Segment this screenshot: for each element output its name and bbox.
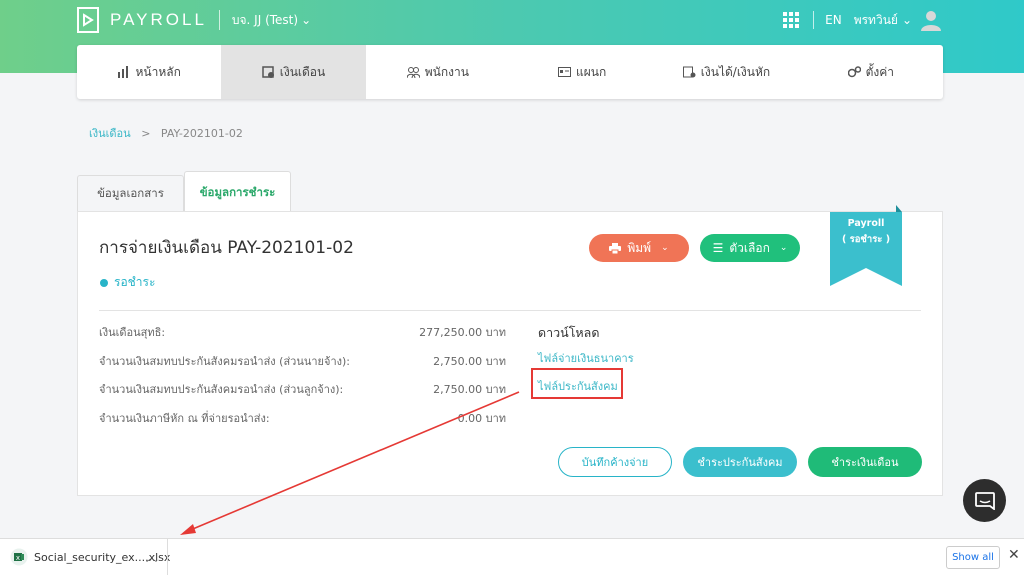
row-value: 2,750.00 บาท (433, 383, 506, 396)
apps-grid-icon[interactable] (783, 12, 800, 28)
section-divider (99, 310, 921, 311)
detail-tabs: ข้อมูลเอกสาร ข้อมูลการชำระ (77, 171, 291, 213)
row-label: เงินเดือนสุทธิ: (99, 326, 166, 339)
print-label: พิมพ์ (627, 240, 652, 255)
breadcrumb-parent[interactable]: เงินเดือน (89, 127, 131, 140)
ribbon-line1: Payroll (847, 218, 885, 229)
status-dot-icon (100, 278, 108, 287)
excel-file-icon: x (10, 548, 28, 566)
status-badge: รอชำระ (100, 273, 155, 292)
tab-document-info[interactable]: ข้อมูลเอกสาร (77, 175, 184, 212)
download-heading: ดาวน์โหลด (538, 325, 600, 340)
nav-item-department[interactable]: แผนก (510, 45, 654, 99)
bank-file-link[interactable]: ไฟล์จ่ายเงินธนาคาร (538, 349, 634, 367)
summary-row: จำนวนเงินภาษีหัก ณ ที่จ่ายรอนำส่ง: 0.00 … (99, 409, 506, 427)
chevron-down-icon: ⌄ (661, 243, 669, 253)
logo[interactable]: PAYROLL บจ. JJ (Test) ⌄ (76, 6, 311, 34)
department-icon (558, 67, 572, 77)
options-button[interactable]: ☰ ตัวเลือก ⌄ (700, 234, 800, 262)
row-value: 277,250.00 บาท (419, 326, 506, 339)
row-value: 0.00 บาท (457, 412, 506, 425)
nav-label: แผนก (576, 64, 607, 79)
payment-card: การจ่ายเงินเดือน PAY-202101-02 รอชำระ พิ… (77, 205, 943, 496)
print-button[interactable]: พิมพ์ ⌄ (589, 234, 689, 262)
nav-label: เงินเดือน (279, 64, 326, 79)
summary-row: จำนวนเงินสมทบประกันสังคมรอนำส่ง (ส่วนนาย… (99, 352, 506, 370)
language-switch[interactable]: EN (825, 13, 842, 27)
close-icon[interactable]: ✕ (1008, 547, 1020, 563)
gears-icon (847, 66, 861, 78)
page-title: การจ่ายเงินเดือน PAY-202101-02 (99, 238, 354, 258)
ribbon-text: Payroll ( รอชำระ ) (830, 216, 902, 248)
nav-item-settings[interactable]: ตั้งค่า (799, 45, 943, 99)
chevron-down-icon: ⌄ (779, 243, 788, 253)
user-name: พรทวินย์ (853, 12, 898, 27)
nav-label: หน้าหลัก (135, 64, 181, 79)
chevron-down-icon: ⌄ (901, 13, 912, 27)
svg-text:x: x (16, 554, 20, 562)
downloads-bar: x Social_security_ex....xlsx ︿ Show all … (0, 538, 1024, 575)
breadcrumb: เงินเดือน > PAY-202101-02 (89, 124, 243, 142)
company-selector[interactable]: บจ. JJ (Test) ⌄ (232, 11, 311, 30)
printer-icon (609, 242, 622, 254)
summary-row: เงินเดือนสุทธิ: 277,250.00 บาท (99, 323, 506, 341)
row-label: จำนวนเงินสมทบประกันสังคมรอนำส่ง (ส่วนลูก… (99, 383, 344, 396)
row-label: จำนวนเงินสมทบประกันสังคมรอนำส่ง (ส่วนนาย… (99, 355, 350, 368)
company-name: บจ. JJ (Test) (231, 12, 299, 27)
pay-social-security-button[interactable]: ชำระประกันสังคม (683, 447, 797, 477)
pay-salary-button[interactable]: ชำระเงินเดือน (808, 447, 922, 477)
downloads-divider (167, 539, 168, 575)
top-divider (813, 11, 815, 29)
menu-icon: ☰ (712, 241, 724, 255)
income-icon (682, 66, 696, 78)
breadcrumb-current: PAY-202101-02 (160, 127, 243, 140)
payroll-logo-icon (77, 7, 99, 33)
logo-divider (218, 10, 220, 30)
nav-label: เงินได้/เงินหัก (700, 64, 771, 79)
user-menu[interactable]: พรทวินย์ ⌄ (854, 11, 912, 30)
nav-item-home[interactable]: หน้าหลัก (77, 45, 221, 99)
options-label: ตัวเลือก (729, 240, 770, 255)
highlight-box (531, 368, 623, 399)
nav-item-employees[interactable]: พนักงาน (366, 45, 510, 99)
breadcrumb-separator: > (141, 127, 151, 140)
payroll-icon (262, 66, 274, 78)
nav-item-income-deduction[interactable]: เงินได้/เงินหัก (654, 45, 798, 99)
ribbon-line2: ( รอชำระ ) (841, 234, 891, 245)
row-value: 2,750.00 บาท (433, 355, 506, 368)
avatar[interactable] (920, 9, 942, 31)
show-all-button[interactable]: Show all (946, 546, 1000, 569)
row-label: จำนวนเงินภาษีหัก ณ ที่จ่ายรอนำส่ง: (99, 412, 270, 425)
nav-item-payroll[interactable]: เงินเดือน (221, 45, 366, 99)
chevron-down-icon: ⌄ (301, 13, 312, 27)
nav-label: พนักงาน (424, 64, 469, 79)
chevron-up-icon[interactable]: ︿ (146, 549, 157, 565)
tab-payment-info[interactable]: ข้อมูลการชำระ (184, 171, 291, 213)
chart-icon (118, 66, 129, 78)
status-label: รอชำระ (114, 275, 156, 289)
record-outstanding-button[interactable]: บันทึกค้างจ่าย (558, 447, 672, 477)
brand-name: PAYROLL (110, 10, 207, 29)
summary-row: จำนวนเงินสมทบประกันสังคมรอนำส่ง (ส่วนลูก… (99, 380, 506, 398)
main-nav: หน้าหลัก เงินเดือน พนักงาน แผนก เงินได้/… (77, 45, 943, 99)
chat-button[interactable] (963, 479, 1006, 522)
chat-icon (974, 491, 995, 510)
nav-label: ตั้งค่า (865, 64, 895, 79)
people-icon (406, 67, 420, 78)
